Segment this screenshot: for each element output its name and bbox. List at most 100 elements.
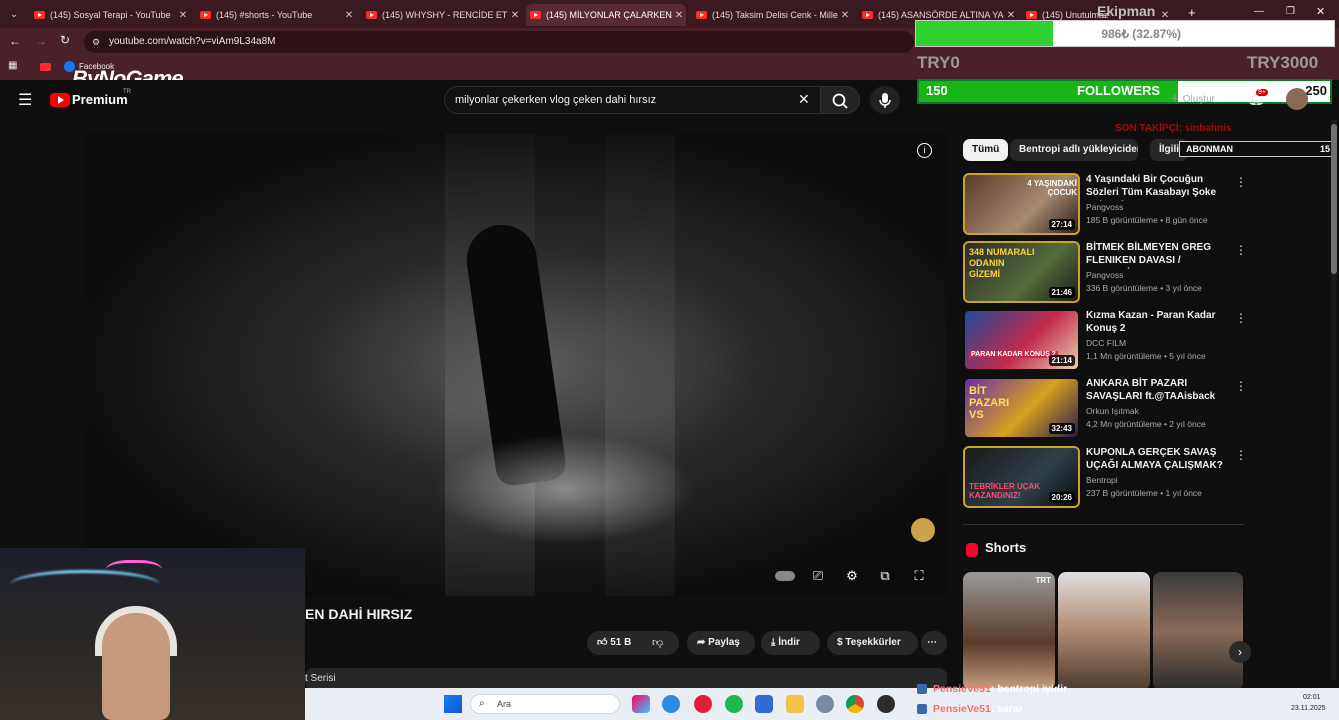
youtube-favicon-icon (862, 11, 873, 19)
video-title-link[interactable]: 4 Yaşındaki Bir Çocuğun Sözleri Tüm Kasa… (1086, 173, 1231, 201)
copilot-icon[interactable] (632, 695, 650, 713)
description-box[interactable]: t Serisi (305, 668, 947, 690)
browser-tab[interactable]: (145) Taksim Delisi Cenk - Mille ✕ (692, 4, 852, 26)
video-title-link[interactable]: Kızma Kazan - Paran Kadar Konuş 2 (1086, 309, 1231, 335)
list-item[interactable]: 4 YAŞINDAKİ ÇOCUK 27:14 4 Yaşındaki Bir … (963, 173, 1253, 237)
file-explorer-icon[interactable] (786, 695, 804, 713)
short-thumbnail[interactable]: TRT (963, 572, 1055, 690)
more-options-icon[interactable]: ⋮ (1235, 243, 1247, 257)
video-title-link[interactable]: BİTMEK BİLMEYEN GREG FLENIKEN DAVASI / D… (1086, 241, 1231, 269)
close-tab-icon[interactable]: ✕ (1158, 10, 1172, 21)
new-tab-button[interactable]: + (1188, 5, 1196, 20)
close-tab-icon[interactable]: ✕ (508, 10, 522, 21)
video-thumbnail[interactable]: 4 YAŞINDAKİ ÇOCUK 27:14 (963, 173, 1080, 235)
more-options-icon[interactable]: ⋮ (1235, 448, 1247, 462)
settings-app-icon[interactable] (816, 695, 834, 713)
obs-icon[interactable] (877, 695, 895, 713)
video-title-link[interactable]: ANKARA BİT PAZARI SAVAŞLARI ft.@TAAisbac… (1086, 377, 1231, 403)
list-item[interactable]: 348 NUMARALI ODANIN GİZEMİ 21:46 BİTMEK … (963, 241, 1253, 305)
site-info-icon[interactable]: ⚙ (92, 31, 100, 53)
create-button[interactable]: ＋ Oluştur (1170, 90, 1215, 105)
list-item[interactable]: PARAN KADAR KONUŞ 2 21:14 Kızma Kazan - … (963, 309, 1253, 373)
chip-all[interactable]: Tümü (963, 139, 1009, 161)
maximize-window-icon[interactable]: ❐ (1286, 6, 1295, 17)
taskbar-search-input[interactable]: ⌕ Ara (470, 694, 620, 714)
autoplay-toggle[interactable] (774, 565, 796, 587)
like-button[interactable]: 👍︎ 51 B (587, 631, 679, 655)
more-options-icon[interactable]: ⋮ (1235, 379, 1247, 393)
fullscreen-icon[interactable]: ⛶ (908, 565, 930, 587)
clock-time[interactable]: 02:01 (1303, 694, 1321, 701)
video-meta: 336 B görüntüleme • 3 yıl önce (1086, 283, 1202, 293)
chrome-icon[interactable] (846, 695, 864, 713)
hamburger-menu-icon[interactable]: ☰ (18, 90, 32, 110)
edge-browser-icon[interactable] (662, 695, 680, 713)
browser-tab[interactable]: (145) #shorts - YouTube ✕ (196, 4, 356, 26)
reload-icon[interactable]: ↻ (60, 33, 70, 47)
more-actions-button[interactable]: ⋯ (921, 631, 947, 655)
followers-end: 250 (1305, 83, 1327, 98)
info-icon[interactable]: i (917, 143, 932, 158)
close-tab-icon[interactable]: ✕ (838, 10, 852, 21)
settings-gear-icon[interactable]: ⚙ (841, 565, 863, 587)
store-icon[interactable] (755, 695, 773, 713)
thumbnail-text: 4 YAŞINDAKİ ÇOCUK (1027, 179, 1077, 197)
close-tab-icon[interactable]: ✕ (672, 10, 686, 21)
close-tab-icon[interactable]: ✕ (176, 10, 190, 21)
list-item[interactable]: TEBRİKLER UÇAK KAZANDINIZ! 20:26 KUPONLA… (963, 446, 1253, 510)
donation-goal-text: 986₺ (32.87%) (1101, 27, 1181, 41)
windows-start-icon[interactable] (444, 695, 462, 713)
channel-name[interactable]: DCC FILM (1086, 338, 1126, 348)
search-input[interactable]: milyonlar çekerken vlog çeken dahi hırsı… (444, 86, 822, 114)
more-options-icon[interactable]: ⋮ (1235, 175, 1247, 189)
duration-badge: 20:26 (1048, 492, 1075, 503)
close-window-icon[interactable]: ✕ (1316, 5, 1325, 18)
miniplayer-icon[interactable]: ⧉ (874, 565, 896, 587)
apps-grid-icon[interactable]: ▦ (8, 60, 17, 71)
share-button[interactable]: ➦ Paylaş (687, 631, 755, 655)
channel-name[interactable]: Bentropi (1086, 475, 1118, 485)
youtube-bookmark-icon[interactable] (40, 63, 51, 71)
channel-name[interactable]: Orkun Işıtmak (1086, 406, 1139, 416)
short-thumbnail[interactable] (1153, 572, 1243, 690)
country-code: TR (123, 89, 131, 95)
dislike-button[interactable]: 👎︎ (652, 636, 663, 649)
chip-from-uploader[interactable]: Bentropi adlı yükleyiciden (1010, 139, 1138, 161)
tab-list-dropdown-icon[interactable]: ⌄ (6, 6, 22, 22)
channel-name[interactable]: Pangvoss (1086, 270, 1123, 280)
scrollbar[interactable] (1331, 120, 1337, 680)
close-tab-icon[interactable]: ✕ (1004, 10, 1018, 21)
video-thumbnail[interactable]: 348 NUMARALI ODANIN GİZEMİ 21:46 (963, 241, 1080, 303)
thanks-button[interactable]: $ Teşekkürler (827, 631, 918, 655)
video-thumbnail[interactable]: BİT PAZARI VS 32:43 (963, 377, 1080, 439)
spotify-icon[interactable] (725, 695, 743, 713)
channel-name[interactable]: Pangvoss (1086, 202, 1123, 212)
video-title-link[interactable]: KUPONLA GERÇEK SAVAŞ UÇAĞI ALMAYA ÇALIŞM… (1086, 446, 1231, 472)
more-options-icon[interactable]: ⋮ (1235, 311, 1247, 325)
shorts-next-icon[interactable]: › (1229, 641, 1251, 663)
thumbs-up-icon: 👍︎ (597, 637, 611, 648)
clear-search-icon[interactable]: ✕ (798, 91, 810, 108)
account-avatar[interactable] (1286, 88, 1308, 110)
scrollbar-thumb[interactable] (1331, 124, 1337, 274)
search-button[interactable] (820, 86, 860, 114)
browser-tab-active[interactable]: (145) MİLYONLAR ÇALARKEN V ✕ (526, 4, 686, 26)
short-thumbnail[interactable] (1058, 572, 1150, 690)
close-tab-icon[interactable]: ✕ (342, 10, 356, 21)
channel-watermark-icon[interactable] (911, 518, 935, 542)
browser-tab[interactable]: (145) Sosyal Terapi - YouTube ✕ (30, 4, 190, 26)
media-player-icon[interactable] (694, 695, 712, 713)
clock-date[interactable]: 23.11.2025 (1291, 705, 1326, 712)
list-item[interactable]: BİT PAZARI VS 32:43 ANKARA BİT PAZARI SA… (963, 377, 1253, 441)
voice-search-button[interactable] (870, 86, 900, 114)
download-button[interactable]: ⤓ İndir (761, 631, 820, 655)
video-player[interactable]: i (85, 134, 947, 596)
subtitles-icon[interactable]: ⎚ (807, 565, 829, 587)
minimize-window-icon[interactable]: — (1254, 6, 1264, 17)
address-bar[interactable]: ⚙ youtube.com/watch?v=viAm9L34a8M (84, 31, 914, 53)
forward-arrow-icon[interactable]: → (35, 34, 47, 48)
back-arrow-icon[interactable]: ← (9, 34, 21, 48)
video-thumbnail[interactable]: PARAN KADAR KONUŞ 2 21:14 (963, 309, 1080, 371)
browser-tab[interactable]: (145) WHYSHY - RENCİDE ET ✕ (362, 4, 522, 26)
video-thumbnail[interactable]: TEBRİKLER UÇAK KAZANDINIZ! 20:26 (963, 446, 1080, 508)
